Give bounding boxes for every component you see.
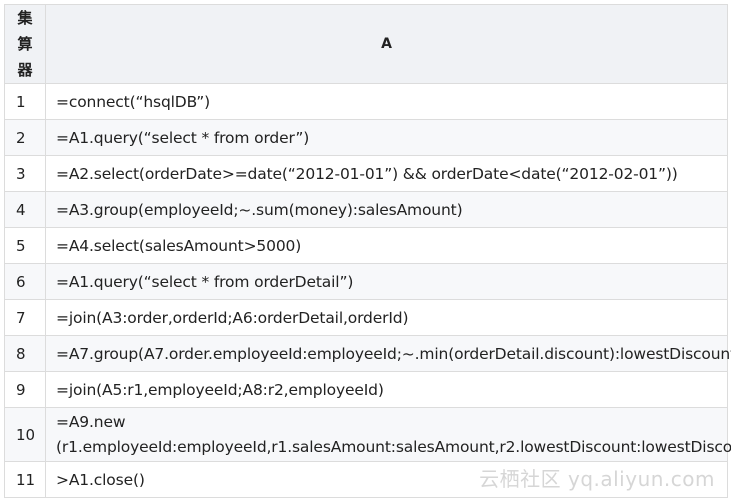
code-cell[interactable]: =join(A3:order,orderId;A6:orderDetail,or… (45, 299, 728, 336)
row-number[interactable]: 10 (4, 407, 46, 462)
code-cell[interactable]: =A7.group(A7.order.employeeId:employeeId… (45, 335, 731, 372)
row-number[interactable]: 6 (4, 263, 46, 300)
table-row: 1 =connect(“hsqlDB”) (4, 83, 728, 120)
table-row: 6 =A1.query(“select * from orderDetail”) (4, 263, 728, 300)
corner-char: 算 (17, 35, 33, 53)
table-row: 7 =join(A3:order,orderId;A6:orderDetail,… (4, 299, 728, 336)
code-cell[interactable]: =A4.select(salesAmount>5000) (45, 227, 728, 264)
table-row: 2 =A1.query(“select * from order”) (4, 119, 728, 156)
code-cell[interactable]: =join(A5:r1,employeeId;A8:r2,employeeId) (45, 371, 728, 408)
table-row: 9 =join(A5:r1,employeeId;A8:r2,employeeI… (4, 371, 728, 408)
code-cell[interactable]: =A9.new (r1.employeeId:employeeId,r1.sal… (45, 407, 731, 462)
row-number[interactable]: 4 (4, 191, 46, 228)
table-row: 8 =A7.group(A7.order.employeeId:employee… (4, 335, 731, 372)
table-row: 5 =A4.select(salesAmount>5000) (4, 227, 728, 264)
code-cell[interactable]: =A1.query(“select * from order”) (45, 119, 728, 156)
code-grid: 集 算 器 A 1 =connect(“hsqlDB”) 2 =A1.query… (4, 4, 731, 498)
row-number[interactable]: 3 (4, 155, 46, 192)
row-number[interactable]: 9 (4, 371, 46, 408)
code-cell[interactable]: =A1.query(“select * from orderDetail”) (45, 263, 728, 300)
code-cell[interactable]: =A2.select(orderDate>=date(“2012-01-01”)… (45, 155, 728, 192)
row-number[interactable]: 2 (4, 119, 46, 156)
table-row: 3 =A2.select(orderDate>=date(“2012-01-01… (4, 155, 728, 192)
code-cell[interactable]: =connect(“hsqlDB”) (45, 83, 728, 120)
header-row: 集 算 器 A (4, 4, 728, 84)
code-line: =A9.new (56, 412, 126, 431)
row-number[interactable]: 11 (4, 461, 46, 498)
code-line: (r1.employeeId:employeeId,r1.salesAmount… (56, 437, 731, 456)
row-number[interactable]: 8 (4, 335, 46, 372)
corner-char: 集 (17, 9, 33, 27)
row-number[interactable]: 1 (4, 83, 46, 120)
table-row: 4 =A3.group(employeeId;~.sum(money):sale… (4, 191, 728, 228)
watermark: 云栖社区 yq.aliyun.com (479, 467, 715, 491)
table-row: 10 =A9.new (r1.employeeId:employeeId,r1.… (4, 407, 731, 462)
corner-char: 器 (17, 61, 33, 79)
row-number[interactable]: 7 (4, 299, 46, 336)
row-number[interactable]: 5 (4, 227, 46, 264)
column-header-a[interactable]: A (45, 4, 728, 84)
code-cell[interactable]: =A3.group(employeeId;~.sum(money):salesA… (45, 191, 728, 228)
corner-header: 集 算 器 (4, 4, 46, 84)
